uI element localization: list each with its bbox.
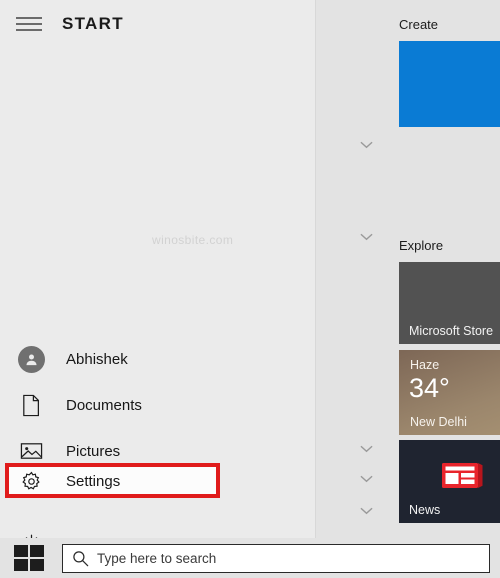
- tile-label: News: [409, 503, 441, 517]
- user-avatar-icon: [14, 342, 48, 376]
- places-list: Abhishek Documents Pictures: [0, 336, 316, 538]
- gear-icon: [14, 464, 48, 498]
- hamburger-menu-icon[interactable]: [6, 4, 52, 44]
- windows-logo-icon[interactable]: [14, 545, 44, 571]
- weather-temperature: 34°: [409, 373, 450, 403]
- taskbar: Type here to search: [0, 538, 500, 578]
- sidebar-item-label: Abhishek: [66, 350, 128, 368]
- start-menu-left-rail: START winosbite.com Abhishek Documents P…: [0, 0, 316, 538]
- start-menu-header: START: [0, 0, 316, 48]
- sidebar-item-power[interactable]: Power: [0, 520, 316, 538]
- tile-group-label-create: Create: [399, 17, 439, 32]
- sidebar-item-user[interactable]: Abhishek: [0, 336, 316, 382]
- tile-group-label-explore: Explore: [399, 238, 444, 253]
- page-title: START: [62, 14, 124, 33]
- search-input[interactable]: Type here to search: [62, 543, 490, 573]
- weather-condition: Haze: [410, 358, 440, 372]
- watermark: winosbite.com: [152, 233, 234, 247]
- sidebar-item-documents[interactable]: Documents: [0, 382, 316, 428]
- newspaper-icon: [441, 460, 484, 496]
- chevron-down-icon[interactable]: [356, 230, 376, 244]
- sidebar-item-label: Pictures: [66, 442, 121, 460]
- chevron-down-icon[interactable]: [356, 138, 376, 152]
- tile-calendar[interactable]: Tuesday 29: [399, 41, 500, 127]
- document-icon: [14, 388, 48, 422]
- sidebar-item-label: Documents: [66, 396, 142, 414]
- sidebar-item-settings[interactable]: Settings: [0, 460, 316, 502]
- tile-label: Microsoft Store: [409, 324, 494, 338]
- tile-microsoft-store[interactable]: Microsoft Store: [399, 262, 500, 344]
- weather-city: New Delhi: [410, 415, 467, 429]
- sidebar-item-label: Settings: [66, 472, 121, 490]
- avatar: [17, 345, 45, 373]
- start-menu: START winosbite.com Abhishek Documents P…: [0, 0, 500, 538]
- chevron-down-icon[interactable]: [356, 472, 376, 486]
- power-icon: [14, 526, 48, 538]
- chevron-down-icon[interactable]: [356, 504, 376, 518]
- screen: START winosbite.com Abhishek Documents P…: [0, 0, 500, 578]
- chevron-down-icon[interactable]: [356, 442, 376, 456]
- tiles-area: Create Explore Tuesday 29: [317, 0, 500, 538]
- search-placeholder: Type here to search: [97, 550, 217, 566]
- tile-news[interactable]: News: [399, 440, 500, 523]
- tile-weather[interactable]: Haze 34° 34° 22° New Delhi: [399, 350, 500, 435]
- search-icon: [63, 550, 97, 567]
